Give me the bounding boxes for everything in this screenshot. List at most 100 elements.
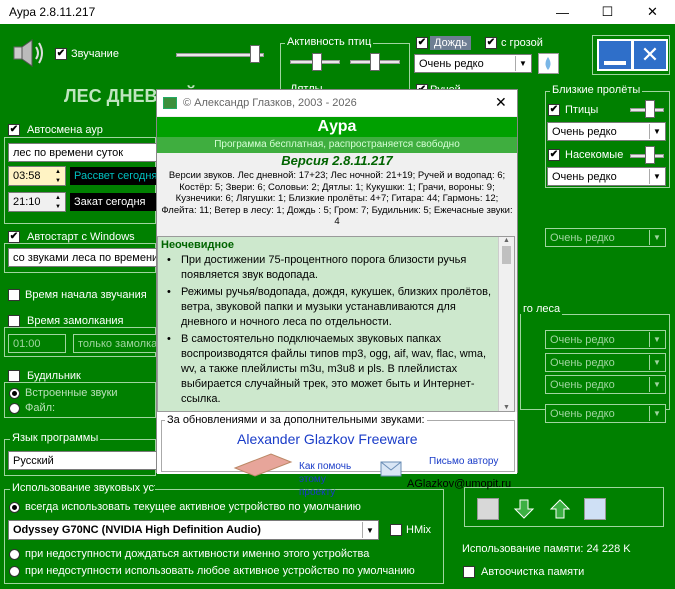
device-select[interactable]: Odyssey G70NC (NVIDIA High Definition Au… xyxy=(8,520,379,540)
right-freq-4[interactable]: Очень редко ▼ xyxy=(545,375,666,394)
autostart-checkbox[interactable]: ✔ xyxy=(8,231,20,243)
sound-label: Звучание xyxy=(71,48,119,60)
sound-checkbox[interactable]: ✔ xyxy=(55,48,67,60)
right-freq-1[interactable]: Очень редко ▼ xyxy=(545,228,666,247)
notes-scrollbar[interactable]: ▲ ▼ xyxy=(498,237,514,411)
alarm-file-radio[interactable] xyxy=(9,403,20,414)
near-birds-freq-select[interactable]: Очень редко ▼ xyxy=(547,122,666,141)
sunrise-time-spin[interactable]: 03:58 ▲ ▼ xyxy=(8,166,66,186)
device-default-label: всегда использовать текущее активное уст… xyxy=(25,501,361,513)
autostart-mode-value: со звуками леса по времени xyxy=(13,252,158,264)
auto-change-checkbox[interactable]: ✔ xyxy=(8,124,20,136)
auto-change-label: Автосмена аур xyxy=(25,124,105,136)
near-insects-freq-select[interactable]: Очень редко ▼ xyxy=(547,167,666,186)
money-icon xyxy=(231,450,295,478)
minimize-button[interactable]: — xyxy=(540,0,585,24)
thunder-label: с грозой xyxy=(501,37,543,49)
right-freq-3-value: Очень редко xyxy=(550,357,615,369)
note-item: В самостоятельно подключаемых звуковых п… xyxy=(161,332,496,407)
near-birds-slider-thumb[interactable] xyxy=(645,100,655,118)
notes-title: Неочевидное xyxy=(161,239,234,251)
auto-change-mode-value: лес по времени суток xyxy=(13,147,124,159)
device-default-radio[interactable] xyxy=(9,502,20,513)
silence-checkbox[interactable] xyxy=(8,315,20,327)
right-freq-5-value: Очень редко xyxy=(550,408,615,420)
near-birds-label: Птицы xyxy=(565,104,599,116)
near-insects-slider-thumb[interactable] xyxy=(645,146,655,164)
about-version: Версия 2.8.11.217 xyxy=(281,153,393,168)
note-item: При достижении 75-процентного порога бли… xyxy=(161,253,496,283)
author-email[interactable]: AGlazkov@umopit.ru xyxy=(407,478,511,490)
volume-slider-thumb[interactable] xyxy=(250,45,260,63)
about-sound-versions: Версии звуков. Лес дневной: 17+23; Лес н… xyxy=(161,170,513,227)
settings-gear-icon[interactable] xyxy=(584,498,606,520)
clean-tool-icon[interactable] xyxy=(477,498,499,520)
rain-checkbox[interactable]: ✔ xyxy=(416,37,428,49)
start-time-checkbox[interactable] xyxy=(8,289,20,301)
device-value: Odyssey G70NC (NVIDIA High Definition Au… xyxy=(13,524,261,536)
right-freq-4-value: Очень редко xyxy=(550,379,615,391)
near-insects-checkbox[interactable]: ✔ xyxy=(548,149,560,161)
notes-list: При достижении 75-процентного порога бли… xyxy=(161,253,496,407)
rain-settings-icon[interactable] xyxy=(538,53,559,74)
birds-slider-2-thumb[interactable] xyxy=(370,53,380,71)
near-birds-checkbox[interactable]: ✔ xyxy=(548,104,560,116)
alarm-builtin-label: Встроенные звуки xyxy=(25,387,118,399)
language-select[interactable]: Русский xyxy=(8,451,158,470)
language-value: Русский xyxy=(13,455,54,467)
app-close-button[interactable]: ✕ xyxy=(632,39,668,71)
app-minimize-button[interactable] xyxy=(597,39,633,71)
autoclean-label: Автоочистка памяти xyxy=(481,566,585,578)
device-label: Использование звуковых устройств xyxy=(10,482,155,494)
right-freq-3[interactable]: Очень редко ▼ xyxy=(545,353,666,372)
right-freq-5[interactable]: Очень редко ▼ xyxy=(545,404,666,423)
silence-mode-select[interactable]: только замолкание xyxy=(73,334,158,353)
silence-mode-value: только замолкание xyxy=(78,338,158,350)
mail-icon xyxy=(379,458,405,482)
sunset-time-spin[interactable]: 21:10 ▲ ▼ xyxy=(8,192,66,212)
rain-freq-select[interactable]: Очень редко ▼ xyxy=(414,54,532,73)
autostart-label: Автостарт с Windows xyxy=(25,231,137,243)
about-close-button[interactable]: ✕ xyxy=(495,94,507,111)
upload-icon[interactable] xyxy=(549,498,571,520)
sunrise-event: Рассвет сегодня xyxy=(70,167,158,185)
maximize-button[interactable]: ☐ xyxy=(585,0,630,24)
right-freq-2[interactable]: Очень редко ▼ xyxy=(545,330,666,349)
right-freq-1-value: Очень редко xyxy=(550,232,615,244)
auto-change-mode-select[interactable]: лес по времени суток xyxy=(8,143,158,162)
note-item: Режимы ручья/водопада, дождя, кукушек, б… xyxy=(161,285,496,330)
near-insects-label: Насекомые xyxy=(565,149,624,161)
birds-slider-thumb[interactable] xyxy=(312,53,322,71)
silence-time-spin[interactable]: 01:00 xyxy=(8,334,66,353)
device-any-radio[interactable] xyxy=(9,566,20,577)
rain-label: Дождь xyxy=(430,36,472,50)
silence-time-value: 01:00 xyxy=(13,338,41,350)
memory-label: Использование памяти: 24 228 K xyxy=(462,543,631,555)
window-title: Аура 2.8.11.217 xyxy=(9,5,96,19)
mail-author-link[interactable]: Письмо автору xyxy=(429,456,498,467)
autostart-mode-select[interactable]: со звуками леса по времени xyxy=(8,248,158,267)
language-label: Язык программы xyxy=(10,432,101,444)
near-insects-freq-value: Очень редко xyxy=(552,171,617,183)
hmix-checkbox[interactable] xyxy=(390,524,402,536)
help-project-link[interactable]: Как помочь этому проекту xyxy=(299,460,363,499)
hmix-label: HMix xyxy=(406,524,432,536)
speaker-icon[interactable] xyxy=(10,37,46,69)
alarm-builtin-radio[interactable] xyxy=(9,388,20,399)
author-link[interactable]: Alexander Glazkov Freeware xyxy=(237,431,418,447)
about-title: © Александр Глазков, 2003 - 2026 xyxy=(183,97,357,109)
about-dialog: © Александр Глазков, 2003 - 2026 ✕ Аура … xyxy=(156,89,518,498)
device-wait-radio[interactable] xyxy=(9,549,20,560)
thunder-checkbox[interactable]: ✔ xyxy=(485,37,497,49)
alarm-file-label: Файл: xyxy=(25,402,56,414)
device-any-label: при недоступности использовать любое акт… xyxy=(25,565,415,577)
close-button[interactable]: ✕ xyxy=(630,0,675,24)
updates-label: За обновлениями и за дополнительными зву… xyxy=(165,414,427,426)
sunset-time-value: 21:10 xyxy=(13,196,41,208)
autoclean-checkbox[interactable] xyxy=(463,566,475,578)
alarm-checkbox[interactable] xyxy=(8,370,20,382)
download-icon[interactable] xyxy=(513,498,535,520)
activity-birds-label: Активность птиц xyxy=(285,36,374,48)
title-bar: Аура 2.8.11.217 — ☐ ✕ xyxy=(0,0,675,24)
about-notes-box[interactable]: Неочевидное При достижении 75-процентног… xyxy=(157,236,515,412)
